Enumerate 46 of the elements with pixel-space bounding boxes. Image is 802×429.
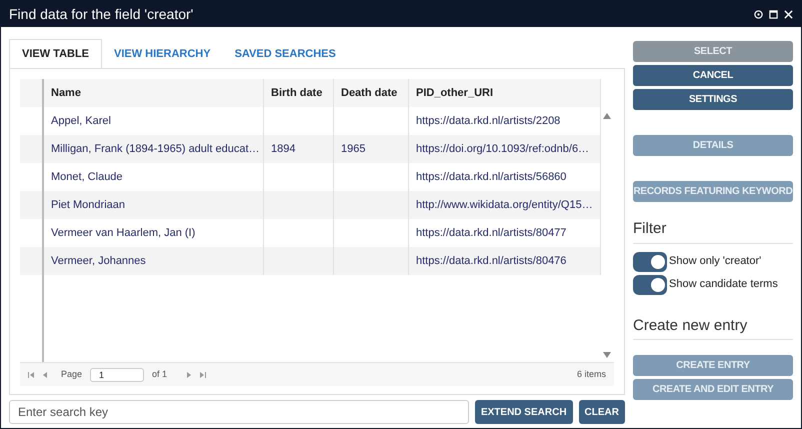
toggle-label: Show only 'creator': [669, 254, 762, 270]
previous-page-icon[interactable]: [42, 372, 47, 378]
tab[interactable]: VIEW TABLE: [9, 39, 102, 69]
action-button[interactable]: CANCEL: [633, 65, 793, 86]
table-cell-text: https://doi.org/10.1093/ref:odnb/6…: [416, 142, 590, 157]
scroll-down-icon[interactable]: [603, 352, 612, 358]
next-page-icon[interactable]: [187, 372, 192, 378]
window-title: Find data for the field 'creator': [9, 4, 194, 24]
maximize-icon[interactable]: [769, 10, 778, 18]
table-cell-text: https://data.rkd.nl/artists/2208: [416, 114, 560, 129]
table-cell-text: Vermeer, Johannes: [51, 254, 146, 269]
search-button[interactable]: EXTEND SEARCH: [474, 400, 573, 424]
table-cell-text: 1965: [341, 142, 366, 157]
close-icon[interactable]: [784, 10, 793, 18]
column-header[interactable]: PID_other_URI: [416, 84, 494, 102]
table-cell-text: Piet Mondriaan: [51, 198, 125, 213]
column-header[interactable]: Birth date: [271, 84, 322, 102]
table-cell-text: 1894: [271, 142, 296, 157]
table-cell-text: https://data.rkd.nl/artists/56860: [416, 170, 566, 185]
page-field[interactable]: 1: [90, 368, 144, 382]
search-field[interactable]: Enter search key: [9, 400, 469, 424]
table-cell-text: http://www.wikidata.org/entity/Q15…: [416, 198, 593, 213]
table-cell-text: Milligan, Frank (1894-1965) adult educat…: [51, 142, 260, 157]
page-count: of 1: [152, 368, 168, 381]
help-icon[interactable]: [754, 10, 763, 18]
item-count: 6 items: [576, 368, 606, 381]
table-cell-text: Vermeer van Haarlem, Jan (I): [51, 226, 196, 241]
tab[interactable]: SAVED SEARCHES: [222, 39, 348, 69]
column-header[interactable]: Death date: [341, 84, 398, 102]
section-title: Create new entry: [633, 314, 793, 340]
section-title: Filter: [633, 218, 793, 244]
action-button[interactable]: SETTINGS: [633, 89, 793, 110]
search-button[interactable]: CLEAR: [578, 400, 625, 424]
tab[interactable]: VIEW HIERARCHY: [102, 39, 223, 69]
table-cell-text: Appel, Karel: [51, 114, 111, 129]
toggle-switch[interactable]: [633, 274, 667, 294]
column-header[interactable]: Name: [51, 84, 81, 102]
toggle-label: Show candidate terms: [669, 277, 778, 292]
scroll-up-icon[interactable]: [603, 113, 612, 119]
toggle-switch[interactable]: [633, 252, 667, 272]
table-cell-text: https://data.rkd.nl/artists/80477: [416, 226, 566, 241]
table-cell-text: https://data.rkd.nl/artists/80476: [416, 254, 566, 269]
table-cell-text: Monet, Claude: [51, 170, 123, 185]
page-label: Page: [61, 368, 82, 381]
first-page-icon[interactable]: [28, 372, 34, 378]
last-page-icon[interactable]: [200, 372, 206, 378]
